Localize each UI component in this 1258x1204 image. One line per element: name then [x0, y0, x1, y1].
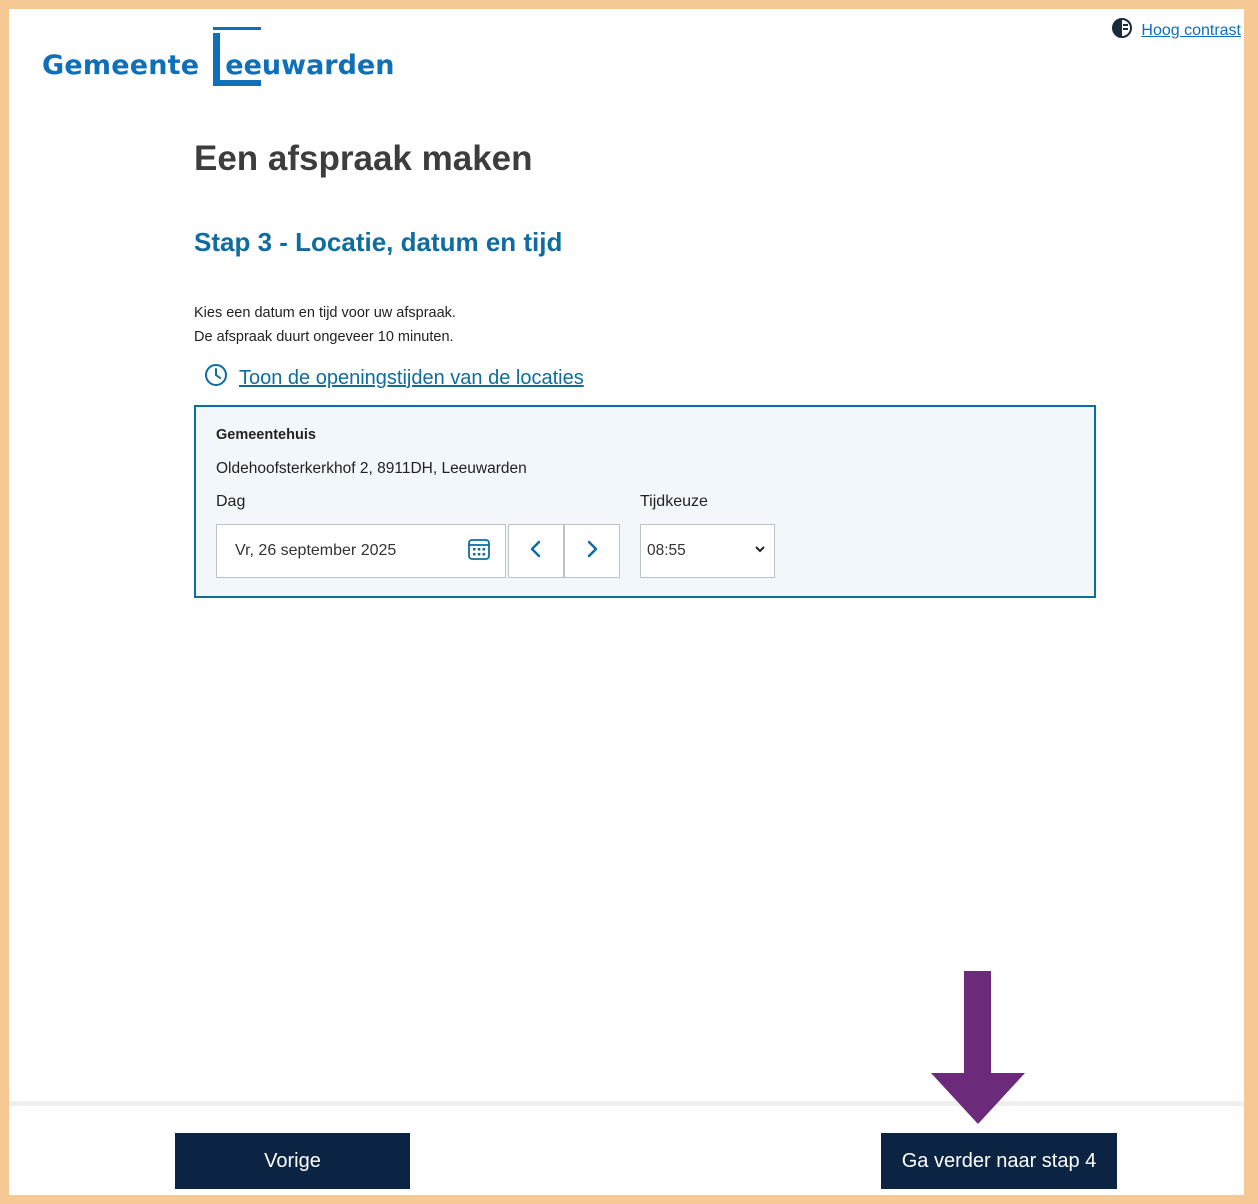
- time-value: 08:55: [647, 542, 686, 559]
- contrast-icon: [1111, 17, 1133, 44]
- date-value: Vr, 26 september 2025: [235, 542, 397, 559]
- chevron-right-icon: [583, 540, 601, 563]
- logo-word-leeuwarden: eeuwarden: [225, 49, 395, 81]
- previous-button[interactable]: Vorige: [175, 1133, 410, 1189]
- footer-bar: Vorige Ga verder naar stap 4: [9, 1101, 1244, 1195]
- opening-hours-link[interactable]: Toon de openingstijden van de locaties: [204, 363, 584, 393]
- location-card: Gemeentehuis Oldehoofsterkerkhof 2, 8911…: [194, 405, 1096, 598]
- site-logo[interactable]: Gemeente eeuwarden: [42, 27, 395, 95]
- next-day-button[interactable]: [564, 524, 620, 578]
- logo-word-gemeente: Gemeente: [42, 49, 200, 81]
- clock-icon: [204, 363, 228, 393]
- location-address: Oldehoofsterkerkhof 2, 8911DH, Leeuwarde…: [216, 460, 527, 477]
- time-select[interactable]: 08:55: [640, 524, 775, 578]
- location-name: Gemeentehuis: [216, 427, 316, 443]
- intro-text: Kies een datum en tijd voor uw afspraak.…: [194, 301, 456, 349]
- down-arrow-annotation: [931, 971, 1025, 1124]
- day-label: Dag: [216, 493, 246, 510]
- previous-day-button[interactable]: [508, 524, 564, 578]
- intro-line-2: De afspraak duurt ongeveer 10 minuten.: [194, 329, 454, 345]
- chevron-left-icon: [527, 540, 545, 563]
- next-step-button[interactable]: Ga verder naar stap 4: [881, 1133, 1117, 1189]
- high-contrast-toggle[interactable]: Hoog contrast: [1111, 17, 1241, 44]
- intro-line-1: Kies een datum en tijd voor uw afspraak.: [194, 305, 456, 321]
- page-frame: Gemeente eeuwarden Hoog contrast Een afs…: [9, 9, 1244, 1195]
- calendar-icon[interactable]: [467, 537, 491, 566]
- chevron-down-icon: [754, 542, 766, 560]
- opening-hours-link-text[interactable]: Toon de openingstijden van de locaties: [239, 367, 584, 390]
- page-title: Een afspraak maken: [194, 139, 533, 178]
- step-title: Stap 3 - Locatie, datum en tijd: [194, 227, 563, 257]
- time-label: Tijdkeuze: [640, 493, 708, 510]
- high-contrast-link[interactable]: Hoog contrast: [1141, 22, 1241, 40]
- date-field[interactable]: Vr, 26 september 2025: [216, 524, 506, 578]
